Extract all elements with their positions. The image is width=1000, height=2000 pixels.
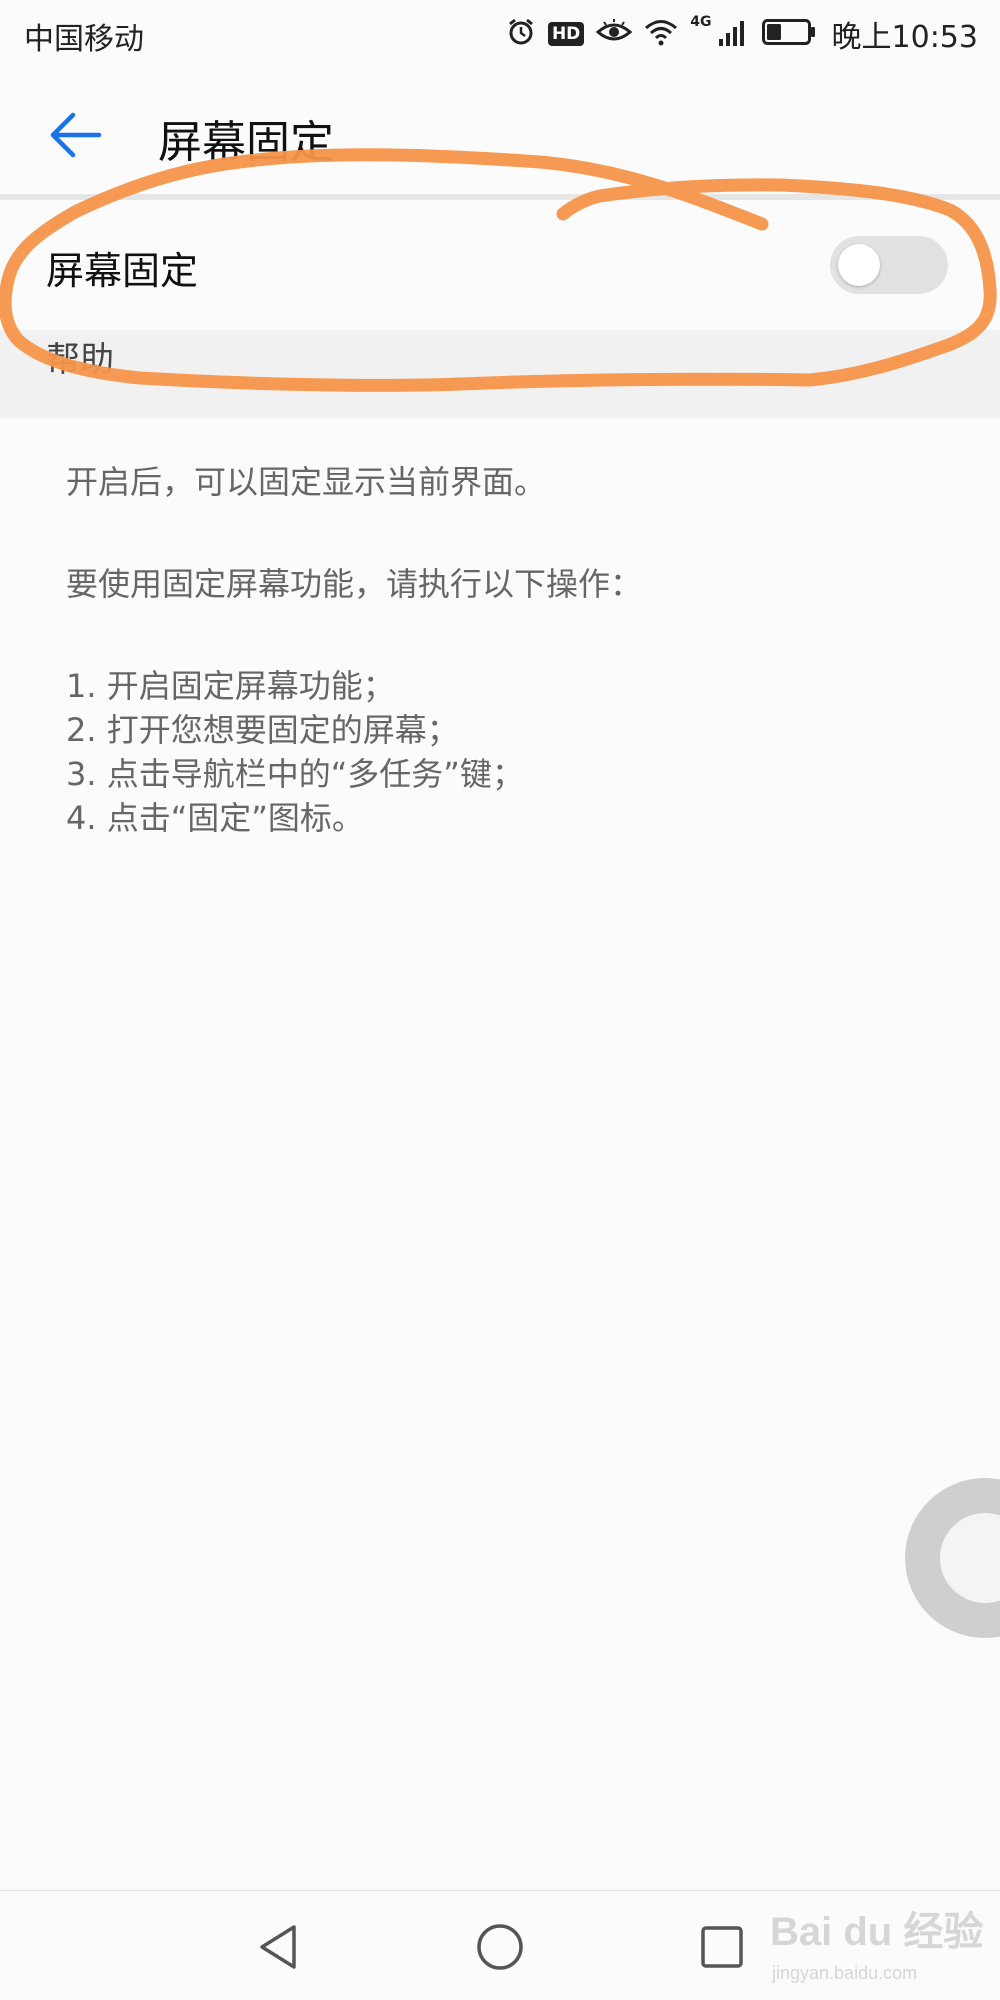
page-title: 屏幕固定 xyxy=(158,117,334,168)
watermark-logo: Bai du 经验 xyxy=(770,1910,984,1954)
carrier-name: 中国移动 xyxy=(24,22,144,57)
phone-screen: 中国移动 HD 4G 晚上10:53 屏幕固定 屏幕固定 帮助 开启后，可以固定… xyxy=(0,0,1000,2000)
baidu-jingyan-watermark: Bai du 经验 jingyan.baidu.com xyxy=(770,1895,995,1995)
help-step: 1. 开启固定屏幕功能； xyxy=(66,667,395,705)
help-body: 开启后，可以固定显示当前界面。 要使用固定屏幕功能，请执行以下操作： 1. 开启… xyxy=(66,460,966,840)
alarm-icon xyxy=(506,17,536,51)
help-section-header: 帮助 xyxy=(0,330,1000,418)
screen-pinning-setting-row[interactable]: 屏幕固定 xyxy=(0,200,1000,330)
recents-square-icon xyxy=(701,1926,743,1968)
battery-icon xyxy=(761,18,816,50)
network-type: 4G xyxy=(690,14,712,30)
clock: 晚上10:53 xyxy=(831,20,978,55)
wifi-icon xyxy=(644,18,678,50)
signal-icon xyxy=(718,17,750,51)
back-triangle-icon xyxy=(260,1925,296,1969)
back-button[interactable] xyxy=(40,100,110,170)
hd-icon: HD xyxy=(547,22,585,46)
help-step: 2. 打开您想要固定的屏幕； xyxy=(66,711,459,749)
eye-comfort-icon xyxy=(596,18,633,50)
home-circle-icon xyxy=(477,1924,523,1970)
floating-nav-ball[interactable] xyxy=(905,1478,1000,1638)
screen-pinning-toggle[interactable] xyxy=(830,236,948,294)
app-bar: 屏幕固定 xyxy=(0,70,1000,198)
floating-nav-ball-center xyxy=(940,1513,1000,1603)
status-icons: HD 4G 晚上10:53 xyxy=(506,12,978,56)
help-paragraph: 要使用固定屏幕功能，请执行以下操作： xyxy=(66,565,643,603)
nav-home-button[interactable] xyxy=(470,1917,530,1977)
help-step: 3. 点击导航栏中的“多任务”键； xyxy=(66,755,524,793)
nav-recents-button[interactable] xyxy=(692,1917,752,1977)
watermark-url: jingyan.baidu.com xyxy=(772,1963,918,1983)
help-paragraph: 开启后，可以固定显示当前界面。 xyxy=(66,463,547,501)
toggle-knob xyxy=(838,244,880,286)
nav-back-button[interactable] xyxy=(248,1917,308,1977)
help-title: 帮助 xyxy=(46,340,114,380)
help-step: 4. 点击“固定”图标。 xyxy=(66,799,364,837)
help-steps: 1. 开启固定屏幕功能； 2. 打开您想要固定的屏幕； 3. 点击导航栏中的“多… xyxy=(66,664,966,840)
status-bar: 中国移动 HD 4G 晚上10:53 xyxy=(0,0,1000,70)
arrow-left-icon xyxy=(50,112,102,158)
setting-label: 屏幕固定 xyxy=(46,249,199,293)
